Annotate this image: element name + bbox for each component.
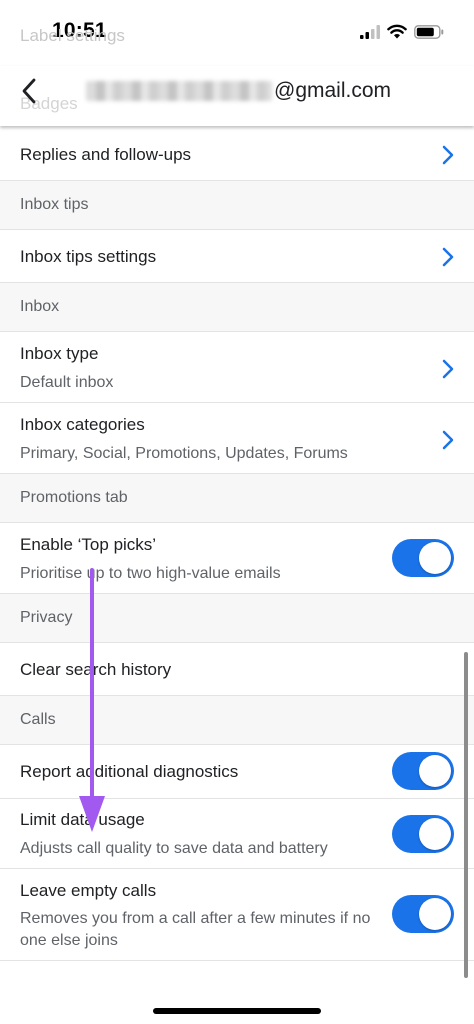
row-title: Limit data usage [20, 810, 145, 829]
signal-icon [360, 24, 380, 39]
chevron-right-icon [442, 145, 454, 165]
row-title: Clear search history [20, 660, 172, 679]
limit-data-usage-toggle[interactable] [392, 815, 454, 853]
section-inbox: Inbox [0, 283, 474, 332]
app-header: Label settings Badges @gmail.com [0, 26, 474, 126]
redacted-username [86, 81, 272, 101]
section-inbox-tips: Inbox tips [0, 181, 474, 230]
section-label: Inbox [20, 298, 60, 315]
battery-icon [414, 24, 444, 39]
row-subtitle: Adjusts call quality to save data and ba… [20, 840, 328, 857]
home-indicator[interactable] [153, 1008, 321, 1014]
row-inbox-categories[interactable]: Inbox categories Primary, Social, Promot… [0, 403, 474, 474]
leave-empty-calls-toggle[interactable] [392, 895, 454, 933]
top-picks-toggle[interactable] [392, 539, 454, 577]
section-promotions-tab: Promotions tab [0, 474, 474, 523]
chevron-right-icon [442, 247, 454, 267]
row-title: Replies and follow-ups [20, 145, 192, 164]
ghost-label-settings: Label settings [20, 26, 125, 45]
scrollbar[interactable] [464, 652, 468, 978]
row-value: Primary, Social, Promotions, Updates, Fo… [20, 445, 348, 462]
section-calls: Calls [0, 696, 474, 745]
row-title: Report additional diagnostics [20, 762, 239, 781]
row-title: Inbox categories [20, 415, 145, 434]
section-privacy: Privacy [0, 594, 474, 643]
row-report-diagnostics: Report additional diagnostics [0, 745, 474, 799]
row-top-picks: Enable ‘Top picks’ Prioritise up to two … [0, 523, 474, 594]
section-label: Calls [20, 711, 56, 728]
row-clear-search-history[interactable]: Clear search history [0, 643, 474, 696]
settings-list: Replies and follow-ups Inbox tips Inbox … [0, 126, 474, 961]
row-inbox-type[interactable]: Inbox type Default inbox [0, 332, 474, 403]
row-value: Default inbox [20, 374, 114, 391]
section-label: Inbox tips [20, 196, 89, 213]
row-title: Inbox tips settings [20, 247, 157, 266]
back-arrow-icon [22, 78, 36, 104]
back-button[interactable] [16, 78, 42, 104]
row-subtitle: Removes you from a call after a few minu… [20, 910, 371, 949]
section-label: Privacy [20, 609, 73, 626]
row-replies-follow-ups[interactable]: Replies and follow-ups [0, 126, 474, 181]
row-title: Leave empty calls [20, 881, 157, 900]
account-email: @gmail.com [86, 79, 391, 103]
row-leave-empty-calls: Leave empty calls Removes you from a cal… [0, 869, 474, 961]
report-diagnostics-toggle[interactable] [392, 752, 454, 790]
wifi-icon [387, 24, 407, 39]
row-inbox-tips-settings[interactable]: Inbox tips settings [0, 230, 474, 283]
section-label: Promotions tab [20, 489, 128, 506]
row-subtitle: Prioritise up to two high-value emails [20, 565, 281, 582]
account-suffix: @gmail.com [274, 79, 392, 102]
status-icons [360, 24, 444, 39]
row-title: Inbox type [20, 344, 99, 363]
row-title: Enable ‘Top picks’ [20, 535, 157, 554]
row-limit-data-usage: Limit data usage Adjusts call quality to… [0, 799, 474, 869]
chevron-right-icon [442, 359, 454, 379]
chevron-right-icon [442, 430, 454, 450]
